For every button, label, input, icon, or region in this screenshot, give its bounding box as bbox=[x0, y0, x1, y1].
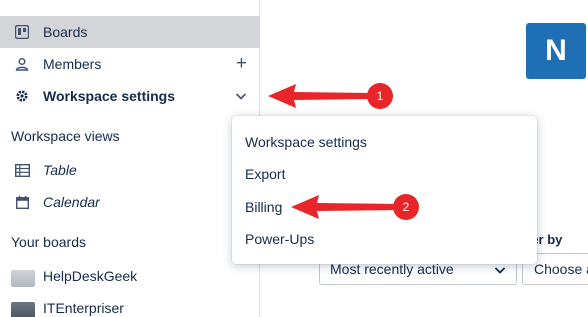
workspace-settings-menu: Workspace settings Export Billing Power-… bbox=[232, 116, 537, 264]
sidebar-item-calendar[interactable]: Calendar bbox=[0, 186, 260, 218]
sidebar-item-table[interactable]: Table bbox=[0, 154, 260, 186]
menu-item-workspace-settings[interactable]: Workspace settings bbox=[245, 134, 367, 150]
sidebar-item-label: Members bbox=[43, 56, 102, 72]
annotation-badge-1: 1 bbox=[377, 89, 384, 103]
chevron-down-icon bbox=[494, 267, 506, 274]
workspace-logo: N bbox=[526, 23, 586, 79]
sidebar-item-board[interactable]: HelpDeskGeek bbox=[0, 260, 260, 292]
table-icon bbox=[14, 162, 30, 178]
sidebar-item-label: Table bbox=[43, 162, 77, 178]
sidebar-item-label: HelpDeskGeek bbox=[43, 268, 138, 284]
sidebar-item-label: Calendar bbox=[43, 194, 100, 210]
workspace-views-heading: Workspace views bbox=[11, 128, 120, 144]
sidebar: Boards Members + Workspace settings Work… bbox=[0, 0, 260, 317]
board-thumbnail bbox=[11, 270, 35, 287]
your-boards-heading: Your boards bbox=[11, 234, 86, 250]
sidebar-item-board[interactable]: ITEnterpriser bbox=[0, 292, 260, 317]
menu-item-billing[interactable]: Billing bbox=[245, 199, 282, 215]
menu-item-power-ups[interactable]: Power-Ups bbox=[245, 231, 314, 247]
sidebar-item-members[interactable]: Members + bbox=[0, 48, 260, 80]
filter-select-value: Choose a bbox=[534, 261, 588, 277]
calendar-icon bbox=[14, 194, 30, 210]
person-icon bbox=[14, 56, 30, 72]
gear-icon bbox=[14, 88, 30, 104]
chevron-down-icon[interactable] bbox=[235, 90, 247, 102]
sidebar-item-label: Boards bbox=[43, 24, 88, 40]
add-member-button[interactable]: + bbox=[236, 54, 247, 74]
board-icon bbox=[14, 24, 30, 40]
sidebar-item-boards[interactable]: Boards bbox=[0, 16, 260, 48]
annotation-arrow-1: 1 bbox=[268, 83, 393, 109]
board-thumbnail bbox=[11, 302, 35, 317]
sidebar-item-workspace-settings[interactable]: Workspace settings bbox=[0, 80, 260, 112]
menu-item-export[interactable]: Export bbox=[245, 166, 285, 182]
sidebar-item-label: ITEnterpriser bbox=[43, 300, 124, 316]
sidebar-item-label: Workspace settings bbox=[43, 88, 176, 104]
